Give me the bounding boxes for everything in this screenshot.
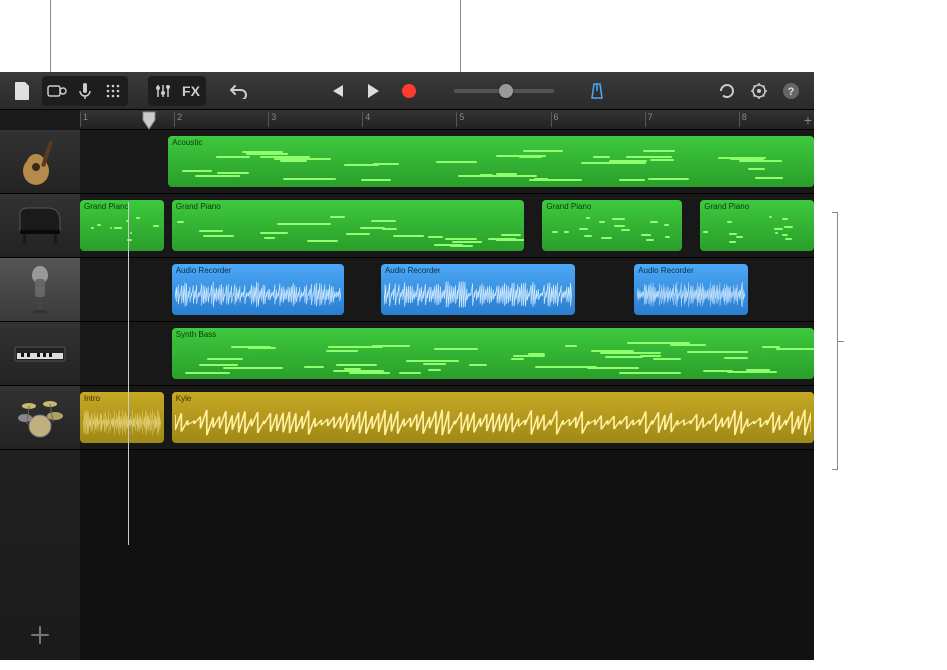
ruler-tick: 2 — [174, 112, 182, 127]
master-volume-slider[interactable] — [454, 89, 554, 93]
region[interactable]: Grand Piano — [700, 200, 814, 251]
region[interactable]: Intro — [80, 392, 164, 443]
ruler-row: + 1 2 3 4 5 6 7 8 — [0, 110, 814, 130]
playhead[interactable] — [142, 111, 156, 130]
ruler-tick: 8 — [739, 112, 747, 127]
loop-browser-button[interactable] — [714, 78, 740, 104]
add-section-button[interactable]: + — [804, 112, 812, 128]
region-label: Audio Recorder — [638, 266, 694, 275]
track-header-drums[interactable] — [0, 386, 80, 450]
controls-group: FX — [148, 76, 206, 106]
garageband-window: FX ? — [0, 72, 814, 660]
grand-piano-icon — [11, 201, 69, 251]
region[interactable]: Audio Recorder — [172, 264, 344, 315]
callout-line-track-headers — [50, 0, 51, 72]
callout-line-region — [460, 0, 461, 72]
tracks-area[interactable]: AcousticGrand PianoGrand PianoGrand Pian… — [80, 130, 814, 660]
midi-content — [175, 214, 521, 248]
undo-button[interactable] — [226, 78, 252, 104]
region[interactable]: Audio Recorder — [381, 264, 576, 315]
region[interactable]: Grand Piano — [80, 200, 164, 251]
region-label: Audio Recorder — [176, 266, 232, 275]
track-controls-button[interactable] — [150, 78, 176, 104]
keyboard-icon — [11, 329, 69, 379]
play-button[interactable] — [356, 78, 390, 104]
tracks-view: + 12345678 AcousticGrand PianoGrand Pian… — [0, 110, 814, 660]
midi-content — [175, 342, 811, 376]
audio-waveform — [175, 280, 341, 309]
track-header-piano[interactable] — [0, 194, 80, 258]
ruler-tick: 7 — [645, 112, 653, 127]
region-label: Kyle — [176, 394, 192, 403]
region[interactable]: Grand Piano — [542, 200, 681, 251]
browser-button[interactable] — [44, 78, 70, 104]
ruler-tick: 6 — [551, 112, 559, 127]
region-label: Grand Piano — [546, 202, 591, 211]
help-button[interactable]: ? — [778, 78, 804, 104]
slider-thumb[interactable] — [499, 84, 513, 98]
go-to-beginning-button[interactable] — [324, 78, 350, 104]
region-label: Acoustic — [172, 138, 202, 147]
drum-kit-icon — [11, 393, 69, 443]
drummer-waveform — [83, 408, 161, 437]
my-songs-button[interactable] — [10, 78, 36, 104]
metronome-button[interactable] — [584, 78, 610, 104]
region[interactable]: Kyle — [172, 392, 814, 443]
midi-content — [545, 214, 678, 248]
fx-button[interactable]: FX — [178, 78, 204, 104]
region[interactable]: Audio Recorder — [634, 264, 748, 315]
region-label: Grand Piano — [704, 202, 749, 211]
svg-text:?: ? — [788, 86, 795, 98]
track-header-microphone[interactable] — [0, 258, 80, 322]
ruler-tick: 3 — [268, 112, 276, 127]
track-lane-piano[interactable]: Grand Piano Grand Piano Grand Piano Grand P… — [80, 194, 814, 258]
region[interactable]: Synth Bass — [172, 328, 814, 379]
midi-content — [703, 214, 811, 248]
track-lane-drums[interactable]: Intro Kyle — [80, 386, 814, 450]
audio-waveform — [637, 280, 745, 309]
region-label: Audio Recorder — [385, 266, 441, 275]
region-label: Synth Bass — [176, 330, 216, 339]
track-header-guitar[interactable] — [0, 130, 80, 194]
audio-waveform — [384, 280, 573, 309]
control-bar: FX ? — [0, 72, 814, 110]
microphone-icon — [11, 265, 69, 315]
track-lane-guitar[interactable]: Acoustic — [80, 130, 814, 194]
timeline-ruler[interactable]: + 1 2 3 4 5 6 7 8 — [80, 110, 814, 130]
acoustic-guitar-icon — [11, 137, 69, 187]
track-header-keyboard[interactable] — [0, 322, 80, 386]
view-group — [42, 76, 128, 106]
ruler-tick: 4 — [362, 112, 370, 127]
settings-button[interactable] — [746, 78, 772, 104]
midi-content — [83, 214, 161, 248]
add-track-button[interactable] — [0, 610, 80, 660]
record-button[interactable] — [396, 78, 422, 104]
playhead-line — [128, 202, 129, 545]
track-lane-microphone[interactable]: Audio Recorder Audio Recorder Audio Record… — [80, 258, 814, 322]
drummer-waveform — [175, 408, 811, 437]
ruler-tick: 5 — [456, 112, 464, 127]
callout-bracket-tracks — [832, 212, 838, 470]
region[interactable]: Acoustic — [168, 136, 814, 187]
region-label: Intro — [84, 394, 100, 403]
track-lane-keyboard[interactable]: Synth Bass — [80, 322, 814, 386]
grid-button[interactable] — [100, 78, 126, 104]
ruler-tick: 1 — [80, 112, 88, 127]
midi-content — [171, 150, 811, 184]
input-settings-button[interactable] — [72, 78, 98, 104]
region[interactable]: Grand Piano — [172, 200, 524, 251]
region-label: Grand Piano — [176, 202, 221, 211]
track-headers-column — [0, 130, 80, 660]
ruler-corner — [0, 110, 80, 130]
region-label: Grand Piano — [84, 202, 129, 211]
